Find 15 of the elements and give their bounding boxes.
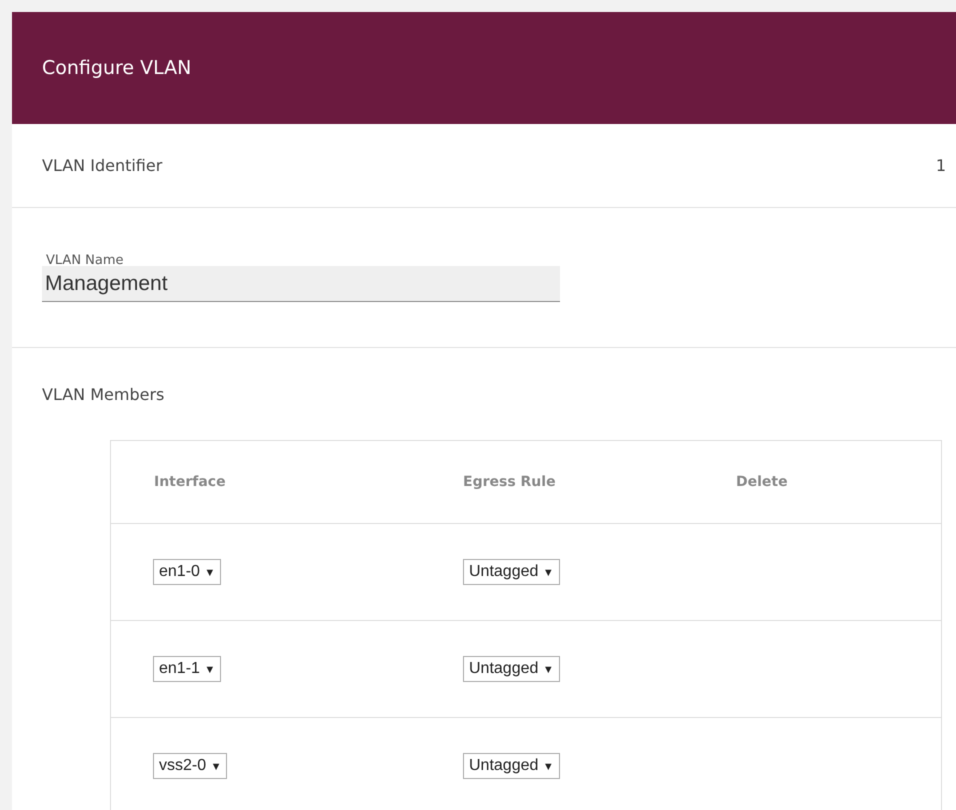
egress-dropdown[interactable]: Untagged ▼ xyxy=(463,753,560,779)
egress-dropdown[interactable]: Untagged ▼ xyxy=(463,656,560,682)
field-label: VLAN Name xyxy=(45,253,125,268)
field-label: VLAN Identifier xyxy=(42,156,162,175)
egress-dropdown[interactable]: Untagged ▼ xyxy=(463,559,560,585)
column-header: Interface xyxy=(153,474,227,490)
interface-dropdown[interactable]: en1-1 ▼ xyxy=(153,656,222,682)
name-input-field[interactable]: Management xyxy=(42,266,560,302)
interface-dropdown[interactable]: en1-0 ▼ xyxy=(153,559,222,585)
field-value: 1 xyxy=(936,156,946,175)
interface-dropdown[interactable]: vss2-0 ▼ xyxy=(153,753,228,779)
column-header: Egress Rule xyxy=(463,474,557,490)
column-header: Delete xyxy=(736,474,789,490)
panel-title: Configure VLAN xyxy=(42,57,192,79)
section-label: VLAN Members xyxy=(42,384,164,404)
